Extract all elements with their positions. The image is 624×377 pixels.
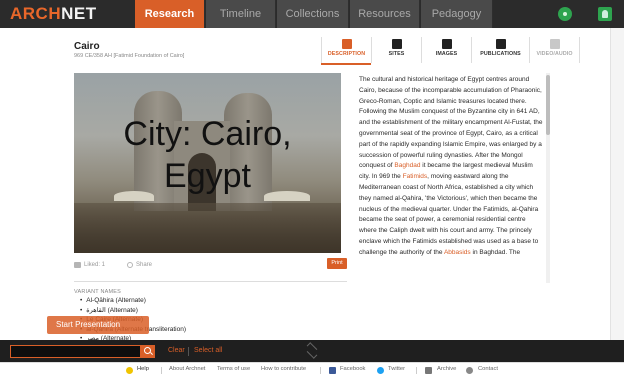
print-button[interactable]: Print (327, 258, 347, 269)
description-p3: , moving eastward along the Mediterranea… (359, 173, 539, 256)
street-crowd (74, 203, 341, 253)
hero-overlay-line2: Egypt (164, 157, 251, 195)
list-item: القاهرة (Alternate) (80, 306, 186, 316)
tab-publications[interactable]: PUBLICATIONS (472, 37, 530, 63)
start-presentation-button[interactable]: Start Presentation (47, 316, 149, 334)
top-nav: ARCHNET Research Timeline Collections Re… (0, 0, 624, 33)
tab-publications-label: PUBLICATIONS (480, 51, 521, 57)
hero-overlay-text: City: Cairo, Egypt (74, 113, 341, 197)
content-tabbar: DESCRIPTION SITES IMAGES PUBLICATIONS VI… (321, 37, 580, 63)
link-fatimids[interactable]: Fatimids (403, 173, 428, 180)
tab-images[interactable]: IMAGES (422, 37, 472, 63)
clear-link[interactable]: Clear (168, 347, 185, 354)
like-button[interactable]: Liked: 1 (74, 262, 105, 268)
hero-image[interactable]: City: Cairo, Egypt (74, 73, 341, 253)
separator (188, 347, 189, 356)
variant-names-heading: VARIANT NAMES (74, 289, 122, 295)
publications-icon (495, 39, 506, 49)
divider (74, 281, 347, 282)
search-bar: Clear Select all (0, 340, 624, 362)
tab-description[interactable]: DESCRIPTION (322, 37, 372, 63)
search-input[interactable] (10, 345, 141, 358)
tab-pedagogy[interactable]: Pedagogy (421, 0, 493, 28)
tab-timeline[interactable]: Timeline (206, 0, 276, 28)
content-panel: Cairo 969 CE/358 AH [Fatimid Foundation … (0, 28, 624, 342)
video-icon (549, 39, 560, 49)
page-subtitle: 969 CE/358 AH [Fatimid Foundation of Cai… (74, 53, 185, 59)
tab-description-label: DESCRIPTION (327, 51, 366, 57)
page-title: Cairo (74, 41, 100, 52)
tab-collections[interactable]: Collections (277, 0, 349, 28)
description-p4: in Baghdad. The (472, 248, 521, 256)
chevron-toggle-icon[interactable] (305, 342, 319, 360)
share-label: Share (136, 262, 153, 268)
footer: Help About Archnet Terms of use How to c… (0, 362, 624, 377)
link-abbasids[interactable]: Abbasids (444, 249, 471, 256)
hero-overlay-line1: City: Cairo, (123, 115, 292, 153)
separator (416, 367, 417, 374)
contact-icon[interactable] (466, 367, 473, 374)
share-button[interactable]: Share (127, 262, 152, 268)
map-pin-icon (391, 39, 402, 49)
separator (161, 367, 162, 374)
footer-contribute-link[interactable]: How to contribute (261, 366, 306, 372)
images-icon (441, 39, 452, 49)
footer-twitter-link[interactable]: Twitter (388, 366, 405, 372)
description-text: The cultural and historical heritage of … (359, 75, 543, 259)
active-tab-indicator (321, 63, 371, 65)
description-icon (341, 39, 352, 49)
footer-help-link[interactable]: Help (137, 366, 149, 372)
link-baghdad[interactable]: Baghdad (394, 162, 420, 169)
globe-icon[interactable] (558, 7, 572, 21)
archnet-logo[interactable]: ARCHNET (10, 4, 97, 24)
search-icon[interactable] (141, 345, 155, 358)
twitter-icon[interactable] (377, 367, 384, 374)
user-icon[interactable] (598, 7, 612, 21)
scrollbar-thumb[interactable] (546, 75, 550, 135)
description-p1: The cultural and historical heritage of … (359, 76, 543, 170)
select-all-link[interactable]: Select all (194, 347, 222, 354)
thumbs-up-icon (74, 262, 81, 268)
logo-arch: ARCH (10, 4, 62, 23)
help-icon (126, 367, 133, 374)
separator (320, 367, 321, 374)
tab-sites[interactable]: SITES (372, 37, 422, 63)
description-scrollbar[interactable] (546, 73, 550, 283)
footer-terms-link[interactable]: Terms of use (217, 366, 250, 372)
share-icon (127, 262, 133, 268)
tab-images-label: IMAGES (435, 51, 458, 57)
tab-video-audio[interactable]: VIDEO/AUDIO (530, 37, 580, 63)
facebook-icon[interactable] (329, 367, 336, 374)
tab-video-audio-label: VIDEO/AUDIO (536, 51, 573, 57)
footer-facebook-link[interactable]: Facebook (340, 366, 365, 372)
page-scrollbar[interactable] (610, 28, 624, 340)
archive-icon[interactable] (425, 367, 432, 374)
tab-sites-label: SITES (388, 51, 405, 57)
like-count: Liked: 1 (84, 262, 106, 268)
list-item: Al-Qāhira (Alternate) (80, 296, 186, 306)
logo-net: NET (61, 4, 97, 23)
tab-research[interactable]: Research (135, 0, 205, 33)
footer-about-link[interactable]: About Archnet (169, 366, 205, 372)
tab-resources[interactable]: Resources (350, 0, 420, 28)
footer-archive-link[interactable]: Archive (437, 366, 456, 372)
footer-contact-link[interactable]: Contact (478, 366, 498, 372)
